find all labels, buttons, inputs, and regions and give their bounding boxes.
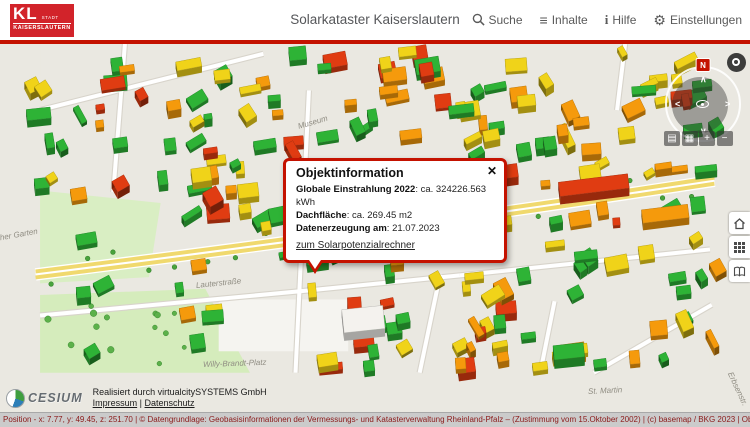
link-separator: | [140,398,142,408]
north-badge[interactable]: N [696,58,711,72]
menu-label-einstellungen: Einstellungen [670,13,742,27]
impressum-link[interactable]: Impressum [93,398,138,408]
home-button[interactable] [729,212,750,234]
gear-icon: ⚙ [653,13,666,27]
search-icon [472,13,485,28]
plaza-area [219,299,349,351]
home-icon [733,217,746,230]
grid-button[interactable]: ▦ [682,131,698,146]
header-menu: Suche ≡ Inhalte i Hilfe ⚙ Einstellungen [472,0,743,40]
solarpotenzialrechner-link[interactable]: zum Solarpotenzialrechner [296,240,415,251]
app-header: KL STADT KAISERSLAUTERN Solarkataster Ka… [0,0,750,44]
zoom-out-button[interactable]: − [717,131,733,146]
menu-item-inhalte[interactable]: ≡ Inhalte [540,13,588,27]
cesium-wordmark: CESIUM [28,391,83,405]
menu-label-suche: Suche [489,13,523,27]
view-mode-button[interactable] [727,53,746,72]
status-bar: Position - x: 7.77, y: 49.45, z: 251.70 … [0,412,750,427]
map-toolbar: ▤ ▦ + − [664,131,733,146]
zoom-in-button[interactable]: + [699,131,715,146]
close-icon[interactable]: ✕ [487,165,497,177]
cesium-logo[interactable]: CESIUM [6,389,83,408]
grid-icon [733,241,746,254]
pan-right-arrow-icon[interactable]: > [725,100,730,109]
popup-row-datenerzeugung: Datenerzeugung am: 21.07.2023 [296,222,494,235]
datenschutz-link[interactable]: Datenschutz [145,398,195,408]
pan-left-arrow-icon[interactable]: < [675,100,680,109]
status-text: Position - x: 7.77, y: 49.45, z: 251.70 … [3,415,750,424]
popup-row-einstrahlung: Globale Einstrahlung 2022: ca. 324226.56… [296,183,494,209]
object-info-popup: ✕ Objektinformation Globale Einstrahlung… [283,158,507,263]
info-icon: i [605,12,609,28]
page-title: Solarkataster Kaiserslautern [290,0,460,40]
edge-toolbar [729,212,750,282]
legend-book-button[interactable] [729,260,750,282]
logo-stadt: STADT [42,16,59,21]
menu-item-hilfe[interactable]: i Hilfe [605,12,637,28]
view-mode-icon [732,58,740,66]
book-icon [733,265,746,278]
popup-title: Objektinformation [296,166,494,180]
popup-row-dachflaeche: Dachfläche: ca. 269.45 m2 [296,209,494,222]
popup-tail [306,260,324,274]
menu-label-hilfe: Hilfe [612,13,636,27]
attribution-block: CESIUM Realisiert durch virtualcitySYSTE… [6,387,267,409]
menu-icon: ≡ [540,13,548,27]
pan-up-arrow-icon[interactable]: ∧ [700,75,707,84]
apps-grid-button[interactable] [729,236,750,258]
cesium-globe-icon [6,389,25,408]
tilt-mode-button[interactable]: ▤ [664,131,680,146]
realized-by-text: Realisiert durch virtualcitySYSTEMS GmbH [93,387,267,398]
menu-item-suche[interactable]: Suche [472,13,523,28]
kaiserslautern-logo[interactable]: KL STADT KAISERSLAUTERN [10,4,74,37]
compass-eye-icon[interactable] [696,100,709,108]
menu-label-inhalte: Inhalte [552,13,588,27]
logo-kl: KL [13,5,38,22]
logo-city: KAISERSLAUTERN [13,23,71,31]
menu-item-einstellungen[interactable]: ⚙ Einstellungen [653,13,742,27]
